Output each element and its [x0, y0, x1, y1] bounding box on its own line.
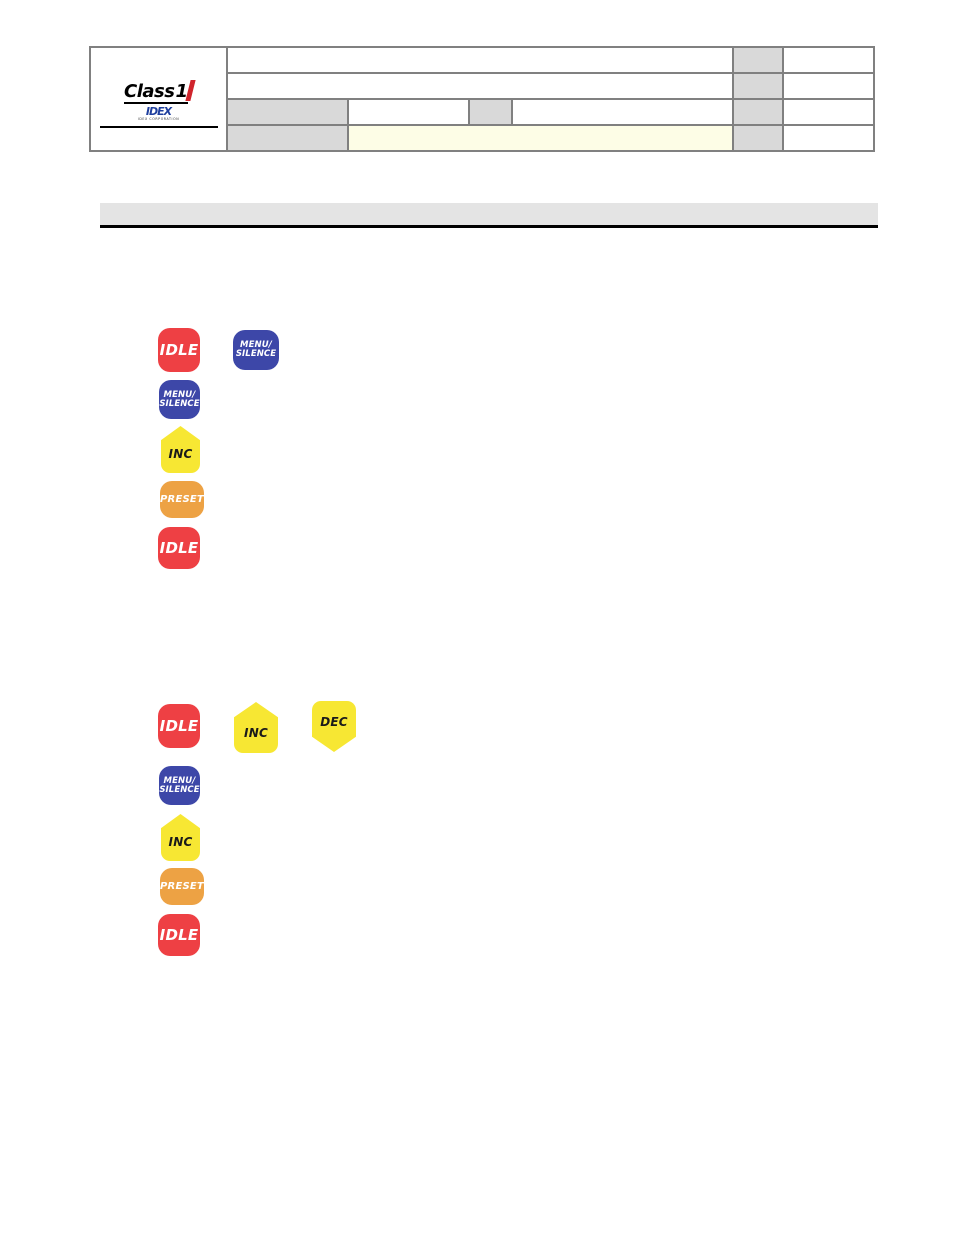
key-menu-silence-s1-step1[interactable]: MENU/ SILENCE [233, 330, 279, 370]
header-label-cell-4 [226, 124, 349, 152]
header-subtitle-cell [226, 72, 734, 100]
key-label: MENU/ SILENCE [159, 775, 200, 795]
key-label: PRESET [160, 880, 204, 892]
header-row-1: Class1 IDEX IDEX CORPORATION [88, 46, 875, 152]
company-logo: Class1 IDEX IDEX CORPORATION [97, 76, 221, 128]
key-label: IDLE [159, 925, 199, 944]
header-label-cell-3c [731, 98, 785, 126]
key-label: INC [168, 835, 193, 849]
key-inc-s2-step3[interactable]: INC [161, 814, 200, 861]
key-menu-silence-s1-step2[interactable]: MENU/ SILENCE [159, 380, 200, 419]
header-label-cell-2 [731, 72, 785, 100]
header-value-cell-1 [782, 46, 875, 74]
idex-subtitle: IDEX CORPORATION [137, 117, 180, 121]
class1-wordmark: Class [124, 81, 176, 104]
header-logo-cell: Class1 IDEX IDEX CORPORATION [88, 46, 229, 152]
key-idle-s1-step1[interactable]: IDLE [158, 328, 200, 372]
header-label-cell-4b [731, 124, 785, 152]
key-label: IDLE [159, 538, 199, 557]
key-label: INC [168, 447, 193, 461]
document-header-table: Class1 IDEX IDEX CORPORATION [88, 46, 875, 152]
key-label-line1: MENU/ [163, 775, 196, 786]
idex-logo: IDEX IDEX CORPORATION [97, 106, 221, 122]
key-label: INC [244, 725, 268, 740]
header-value-cell-3c [782, 98, 875, 126]
idex-wordmark: IDEX [145, 105, 172, 118]
key-label-line2: SILENCE [159, 398, 200, 409]
section-banner [100, 203, 878, 228]
header-highlight-cell [346, 124, 734, 152]
class1-logo: Class1 [124, 76, 196, 104]
key-preset-s1-step4[interactable]: PRESET [160, 481, 204, 518]
header-label-cell-3a [226, 98, 349, 126]
key-label: IDLE [159, 340, 199, 359]
key-label-line2: SILENCE [235, 349, 277, 359]
key-label-line1: MENU/ [240, 340, 272, 351]
key-menu-silence-s2-step2[interactable]: MENU/ SILENCE [159, 766, 200, 805]
header-label-cell-3b [467, 98, 514, 126]
key-label: IDLE [159, 716, 199, 735]
key-label-line1: MENU/ [163, 389, 196, 400]
header-value-cell-2 [782, 72, 875, 100]
key-label: MENU/ SILENCE [236, 341, 276, 359]
header-label-cell-1 [731, 46, 785, 74]
key-idle-s1-step5[interactable]: IDLE [158, 527, 200, 569]
header-title-cell [226, 46, 734, 74]
key-dec-s2-step1[interactable]: DEC [312, 701, 356, 752]
logo-divider [99, 126, 218, 128]
key-idle-s2-step5[interactable]: IDLE [158, 914, 200, 956]
key-idle-s2-step1[interactable]: IDLE [158, 704, 200, 748]
header-value-cell-3a [346, 98, 470, 126]
key-label: PRESET [160, 493, 204, 505]
header-value-cell-3b [511, 98, 734, 126]
key-label: DEC [320, 714, 348, 729]
key-label-line2: SILENCE [159, 784, 200, 795]
key-label: MENU/ SILENCE [159, 389, 200, 409]
key-preset-s2-step4[interactable]: PRESET [160, 868, 204, 905]
header-value-cell-4b [782, 124, 875, 152]
key-inc-s1-step3[interactable]: INC [161, 426, 200, 473]
key-inc-s2-step1[interactable]: INC [234, 702, 278, 753]
